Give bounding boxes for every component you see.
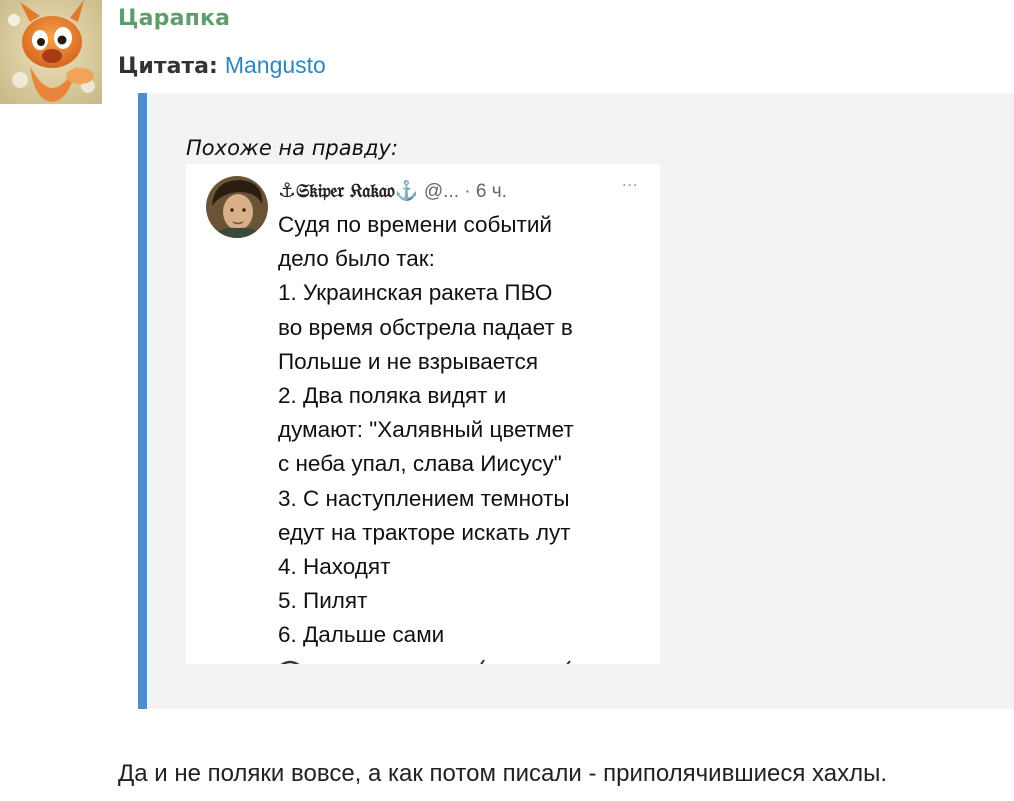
tweet-line: 4. Находят — [278, 554, 391, 580]
anchor-icon: ⚓ — [278, 178, 296, 202]
tweet-cutoff-edge — [280, 659, 571, 664]
tweet-line: думают: "Халявный цветмет — [278, 417, 574, 443]
quote-author-link[interactable]: Mangusto — [225, 52, 326, 78]
post-body-text: Да и не поляки вовсе, а как потом писали… — [118, 760, 887, 787]
tweet-line: 5. Пилят — [278, 588, 368, 614]
tweet-line: 2. Два поляка видят и — [278, 383, 507, 409]
tweet-line: с неба упал, слава Иисусу" — [278, 451, 562, 477]
tweet-line: дело было так: — [278, 246, 435, 272]
tweet-line: Польше и не взрывается — [278, 348, 539, 374]
user-avatar[interactable] — [0, 0, 102, 104]
tweet-line: во время обстрела падает в — [278, 314, 573, 340]
tweet-line: 3. С наступлением темноты — [278, 485, 570, 511]
embedded-tweet-image[interactable]: ⚓𝔖𝔨𝔦𝔭𝔢𝔯 𝔎𝔞𝔨𝔞𝔬⚓ @... · 6 ч. ··· Судя по в… — [186, 164, 660, 664]
forum-post: Царапка Цитата: Mangusto Похоже на правд… — [0, 0, 1014, 801]
quote-header: Цитата: Mangusto — [118, 52, 326, 79]
tweet-header: ⚓𝔖𝔨𝔦𝔭𝔢𝔯 𝔎𝔞𝔨𝔞𝔬⚓ @... · 6 ч. — [278, 178, 507, 203]
tweet-line: Судя по времени событий — [278, 212, 552, 237]
tweet-display-name: 𝔖𝔨𝔦𝔭𝔢𝔯 𝔎𝔞𝔨𝔞𝔬⚓ — [295, 180, 418, 202]
tweet-author-avatar — [206, 176, 268, 238]
tweet-line: 1. Украинская ракета ПВО — [278, 280, 553, 306]
tweet-line: едут на тракторе искать лут — [278, 519, 571, 545]
more-dots-icon: ··· — [622, 178, 639, 194]
tweet-line: 6. Дальше сами — [278, 622, 445, 648]
quote-label: Цитата: — [118, 54, 218, 79]
quote-intro-text: Похоже на правду: — [186, 136, 399, 160]
tweet-text: Судя по времени событий дело было так: 1… — [278, 208, 574, 653]
tweet-handle-time: @... · 6 ч. — [423, 181, 507, 202]
post-author-name[interactable]: Царапка — [118, 6, 230, 31]
